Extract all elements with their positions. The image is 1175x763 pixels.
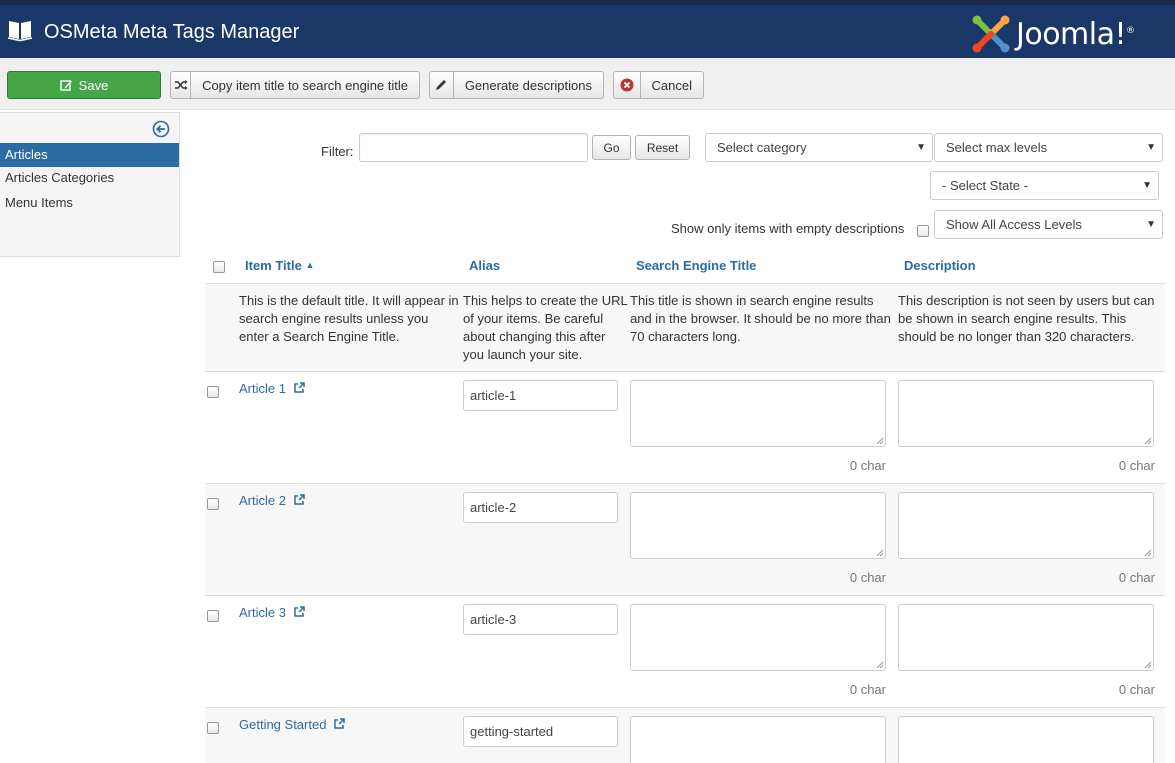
resize-grip-icon: [1144, 549, 1152, 557]
description-char-count: 0 char: [1118, 458, 1155, 473]
max-levels-select[interactable]: Select max levels ▼: [934, 133, 1163, 162]
select-all-checkbox[interactable]: [213, 261, 225, 273]
column-header-se-title[interactable]: Search Engine Title: [636, 258, 756, 273]
resize-grip-icon: [876, 661, 884, 669]
sidebar: Articles Articles Categories Menu Items: [0, 112, 180, 257]
description-textarea[interactable]: [898, 716, 1154, 763]
external-link-icon: [293, 382, 305, 393]
item-title-label: Article 1: [239, 381, 286, 396]
category-select[interactable]: Select category ▼: [705, 133, 933, 162]
description-char-count: 0 char: [1118, 682, 1155, 697]
reset-button[interactable]: Reset: [635, 135, 690, 160]
item-title-label: Article 2: [239, 493, 286, 508]
row-checkbox[interactable]: [207, 610, 219, 622]
save-label: Save: [78, 77, 109, 93]
help-title: This is the default title. It will appea…: [239, 293, 459, 344]
pencil-icon: [430, 72, 454, 98]
chevron-down-icon: ▼: [1146, 142, 1156, 153]
resize-grip-icon: [876, 437, 884, 445]
joomla-logo: Joomla!®: [970, 13, 1170, 55]
resize-grip-icon: [876, 549, 884, 557]
table-header: Item Title ▲ Alias Search Engine Title D…: [205, 250, 1165, 284]
se-title-textarea[interactable]: [630, 492, 886, 559]
category-select-value: Select category: [717, 140, 807, 155]
generate-descriptions-label: Generate descriptions: [464, 77, 592, 93]
external-link-icon: [293, 494, 305, 505]
copy-title-label: Copy item title to search engine title: [202, 77, 408, 93]
chevron-down-icon: ▼: [1142, 180, 1152, 191]
column-header-description[interactable]: Description: [904, 258, 976, 273]
item-title-link[interactable]: Article 3: [239, 605, 305, 620]
se-title-textarea[interactable]: [630, 380, 886, 447]
item-title-link[interactable]: Article 2: [239, 493, 305, 508]
empty-descriptions-checkbox[interactable]: [917, 225, 929, 237]
toolbar: Save Copy item title to search engine ti…: [0, 58, 1175, 110]
description-char-count: 0 char: [1118, 570, 1155, 585]
row-checkbox[interactable]: [207, 386, 219, 398]
alias-input[interactable]: getting-started: [463, 716, 618, 747]
chevron-down-icon: ▼: [1146, 219, 1156, 230]
generate-descriptions-button[interactable]: Generate descriptions: [429, 71, 604, 99]
resize-grip-icon: [1144, 661, 1152, 669]
resize-grip-icon: [1144, 437, 1152, 445]
description-textarea[interactable]: [898, 604, 1154, 671]
state-select[interactable]: - Select State - ▼: [930, 171, 1159, 200]
help-description: This description is not seen by users bu…: [898, 293, 1155, 344]
filter-label: Filter:: [321, 144, 354, 159]
joomla-logo-icon: [972, 15, 1010, 53]
se-title-textarea[interactable]: [630, 604, 886, 671]
help-alias: This helps to create the URL of your ite…: [463, 293, 628, 362]
page-title: OSMeta Meta Tags Manager: [44, 21, 300, 43]
description-textarea[interactable]: [898, 380, 1154, 447]
app-header: OSMeta Meta Tags Manager Joomla!®: [0, 5, 1175, 58]
se-title-char-count: 0 char: [849, 570, 886, 585]
item-title-link[interactable]: Article 1: [239, 381, 305, 396]
external-link-icon: [293, 606, 305, 617]
item-title-link[interactable]: Getting Started: [239, 717, 345, 732]
shuffle-icon: [171, 72, 192, 98]
go-button[interactable]: Go: [592, 135, 631, 160]
help-se-title: This title is shown in search engine res…: [630, 293, 891, 344]
column-header-title[interactable]: Item Title ▲: [245, 258, 314, 273]
copy-title-button[interactable]: Copy item title to search engine title: [170, 71, 420, 99]
cancel-button[interactable]: Cancel: [613, 71, 704, 99]
max-levels-select-value: Select max levels: [946, 140, 1048, 155]
description-textarea[interactable]: [898, 492, 1154, 559]
state-select-value: - Select State -: [942, 178, 1028, 193]
se-title-char-count: 0 char: [849, 458, 886, 473]
alias-input[interactable]: article-1: [463, 380, 618, 411]
access-levels-select-value: Show All Access Levels: [946, 217, 1082, 232]
filter-input[interactable]: [359, 133, 588, 162]
alias-input[interactable]: article-3: [463, 604, 618, 635]
item-title-label: Getting Started: [239, 717, 327, 732]
edit-icon: [59, 79, 72, 91]
sidebar-item-articles-categories[interactable]: Articles Categories: [0, 166, 179, 190]
chevron-down-icon: ▼: [916, 142, 926, 153]
column-header-alias[interactable]: Alias: [469, 258, 500, 273]
se-title-char-count: 0 char: [849, 682, 886, 697]
access-levels-select[interactable]: Show All Access Levels ▼: [934, 210, 1163, 239]
save-button[interactable]: Save: [7, 71, 161, 99]
sidebar-item-articles[interactable]: Articles: [0, 143, 179, 167]
cancel-circle-icon: [614, 72, 641, 98]
external-link-icon: [334, 718, 345, 729]
column-header-title-label: Item Title: [245, 258, 302, 273]
se-title-textarea[interactable]: [630, 716, 886, 763]
sort-asc-icon: ▲: [305, 260, 315, 270]
row-checkbox[interactable]: [207, 498, 219, 510]
table-row: Article 3 article-3 0 char 0 char: [205, 596, 1165, 708]
sidebar-item-menu-items[interactable]: Menu Items: [0, 191, 179, 215]
help-row: This is the default title. It will appea…: [205, 284, 1165, 372]
alias-input[interactable]: article-2: [463, 492, 618, 523]
item-title-label: Article 3: [239, 605, 286, 620]
table-row: Article 2 article-2 0 char 0 char: [205, 484, 1165, 596]
empty-descriptions-label: Show only items with empty descriptions: [671, 221, 905, 236]
book-icon: [7, 21, 33, 42]
cancel-label: Cancel: [651, 77, 692, 93]
joomla-wordmark: Joomla!®: [1016, 17, 1135, 52]
collapse-left-icon[interactable]: [152, 120, 170, 138]
row-checkbox[interactable]: [207, 722, 219, 734]
table-row: Getting Started getting-started: [205, 708, 1165, 763]
table-row: Article 1 article-1 0 char 0 char: [205, 372, 1165, 484]
